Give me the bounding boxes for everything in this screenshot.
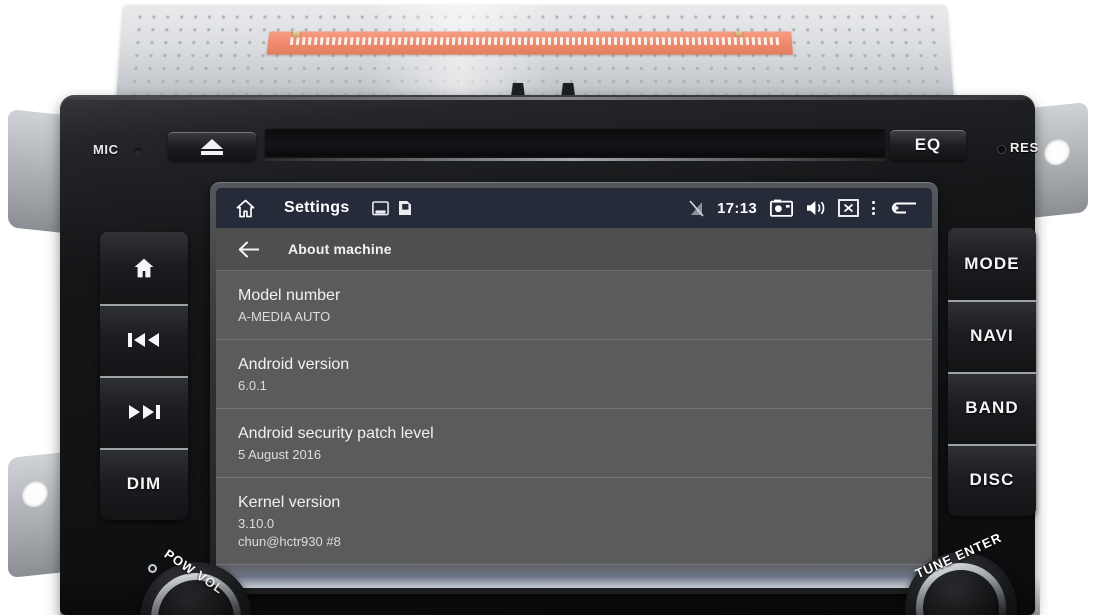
action-bar: About machine (216, 228, 932, 271)
list-item-title: Model number (238, 287, 341, 304)
list-item[interactable]: Android version 6.0.1 (216, 340, 932, 409)
hw-button-disc[interactable]: DISC (948, 444, 1036, 516)
page-title: About machine (288, 241, 392, 257)
overflow-menu-icon[interactable] (872, 201, 875, 215)
back-arrow-icon[interactable] (888, 199, 918, 218)
dot (872, 206, 875, 210)
hw-button-next[interactable] (100, 376, 188, 448)
eq-button[interactable]: EQ (890, 130, 966, 160)
home-icon (236, 199, 254, 217)
hw-button-band[interactable]: BAND (948, 372, 1036, 444)
list-item-value: 3.10.0 chun@hctr930 #8 (238, 516, 341, 549)
status-home-button[interactable] (230, 198, 260, 219)
about-list: Model number A-MEDIA AUTO Android versio… (216, 271, 932, 587)
mic-label: MIC (93, 142, 119, 157)
mounting-bracket-left-bottom (8, 451, 66, 579)
usb-storage-icon (398, 201, 411, 215)
sd-card-icon (371, 200, 389, 215)
hw-button-dim[interactable]: DIM (100, 448, 188, 520)
screen-bezel: Settings 17:13 About machine Model numbe… (210, 182, 938, 594)
back-button[interactable] (238, 241, 260, 258)
status-title: Settings (284, 199, 350, 216)
warning-sticker-text (289, 37, 781, 45)
reset-hole[interactable] (998, 146, 1005, 153)
bracket-hole (22, 479, 48, 509)
status-bar: Settings 17:13 (216, 188, 932, 228)
clock: 17:13 (717, 199, 757, 217)
bracket-hole (1044, 137, 1070, 167)
eject-icon (201, 139, 223, 149)
res-label: RES (1010, 140, 1039, 155)
hw-button-navi[interactable]: NAVI (948, 300, 1036, 372)
mic-hole (134, 148, 142, 156)
list-item[interactable]: Kernel version 3.10.0 chun@hctr930 #8 (216, 478, 932, 565)
signal-off-icon (689, 199, 704, 217)
screen-off-icon[interactable] (838, 199, 859, 217)
dot (872, 212, 875, 215)
list-item[interactable]: Model number A-MEDIA AUTO (216, 271, 932, 340)
volume-icon[interactable] (806, 199, 825, 217)
dot (872, 201, 875, 204)
list-item-title: Android version (238, 356, 350, 373)
touchscreen[interactable]: Settings 17:13 About machine Model numbe… (216, 188, 932, 588)
mounting-bracket-left-top (8, 109, 64, 233)
home-icon (134, 258, 154, 278)
hw-button-previous[interactable] (100, 304, 188, 376)
list-item-value: 5 August 2016 (238, 447, 322, 462)
next-track-icon (129, 405, 160, 419)
back-arrow-icon (238, 241, 259, 257)
right-button-stack: MODE NAVI BAND DISC (948, 228, 1036, 516)
power-indicator-dot (148, 564, 157, 573)
eject-icon-bar (201, 151, 223, 155)
eject-button[interactable] (168, 132, 256, 160)
status-right-icons: 17:13 (689, 199, 918, 218)
status-storage-icons (371, 200, 412, 216)
faceplate-top-highlight (70, 97, 1025, 100)
list-item-value: A-MEDIA AUTO (238, 309, 331, 324)
hw-button-home[interactable] (100, 232, 188, 304)
list-item-value: 6.0.1 (238, 378, 267, 393)
sticker-screw-right (735, 31, 743, 37)
warning-sticker (266, 31, 793, 55)
camera-icon[interactable] (770, 199, 793, 217)
previous-track-icon (128, 333, 159, 347)
mounting-bracket-right (1030, 101, 1088, 219)
list-item[interactable]: Android security patch level 5 August 20… (216, 409, 932, 478)
device-photo: MIC EQ RES DIM MODE NAVI BAND DISC Setti… (0, 0, 1100, 615)
left-button-stack: DIM (100, 232, 188, 520)
list-item-title: Kernel version (238, 494, 341, 511)
hw-button-mode[interactable]: MODE (948, 228, 1036, 300)
list-item-title: Android security patch level (238, 425, 434, 442)
disc-slot[interactable] (265, 128, 885, 161)
